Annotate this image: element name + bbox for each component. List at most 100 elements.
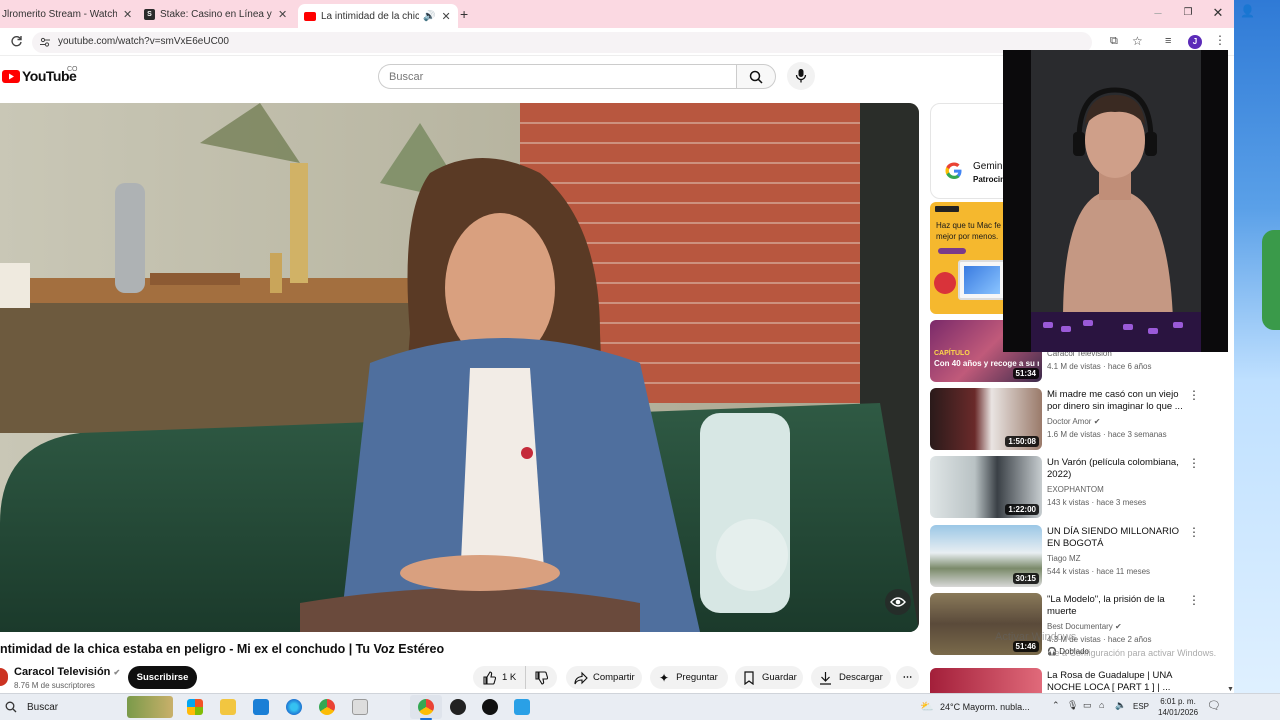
- profile-avatar[interactable]: J: [1188, 35, 1202, 49]
- file-explorer-icon[interactable]: [220, 699, 236, 715]
- video-thumbnail[interactable]: 30:15: [930, 525, 1042, 587]
- like-button[interactable]: 1 K: [473, 666, 525, 689]
- video-channel[interactable]: Best Documentary ✔: [1047, 622, 1122, 631]
- video-thumbnail[interactable]: 1:22:00: [930, 456, 1042, 518]
- browser-tab-bar: Jlromerito Stream - Watch Live ✕ S Stake…: [0, 0, 1234, 28]
- video-frame: [0, 103, 919, 632]
- video-thumbnail[interactable]: 51:46: [930, 593, 1042, 655]
- network-icon[interactable]: ⌂: [1099, 700, 1104, 710]
- ask-button[interactable]: ✦ Preguntar: [650, 666, 728, 689]
- close-icon[interactable]: ✕: [278, 8, 287, 21]
- tab-stream[interactable]: Jlromerito Stream - Watch Live ✕: [0, 3, 136, 25]
- battery-icon[interactable]: ▭: [1083, 700, 1092, 711]
- ask-label: Preguntar: [676, 672, 718, 683]
- video-thumbnail[interactable]: 1:50:08: [930, 388, 1042, 450]
- tab-youtube-active[interactable]: La intimidad de la chica estaba en pelig…: [298, 4, 458, 28]
- video-channel[interactable]: Tiago MZ: [1047, 554, 1081, 563]
- url-text: youtube.com/watch?v=smVxE6eUC00: [58, 36, 229, 47]
- bookmark-star-icon[interactable]: ☆: [1132, 34, 1143, 48]
- video-title-link[interactable]: "La Modelo", la prisión de la muerte: [1047, 594, 1187, 618]
- browser-menu-icon[interactable]: ⋮: [1214, 33, 1226, 47]
- more-actions-button[interactable]: ⋯: [896, 666, 919, 689]
- speaker-icon[interactable]: 🔊: [423, 11, 435, 22]
- site-info-icon[interactable]: [39, 36, 51, 48]
- reload-icon[interactable]: [10, 35, 23, 48]
- clock[interactable]: 6:01 p. m. 14/01/2026: [1158, 696, 1198, 718]
- notifications-icon[interactable]: 🗨: [1207, 699, 1221, 712]
- ad-advertiser: Gemin: [973, 161, 1003, 172]
- clock-time: 6:01 p. m.: [1160, 697, 1196, 706]
- search-input[interactable]: Buscar: [378, 64, 736, 89]
- minimize-icon[interactable]: –: [1151, 5, 1165, 20]
- language-indicator[interactable]: ESP: [1133, 702, 1149, 711]
- channel-name-text: Caracol Televisión: [14, 666, 111, 678]
- maximize-icon[interactable]: ❐: [1181, 7, 1195, 18]
- share-button[interactable]: Compartir: [566, 666, 642, 689]
- video-thumbnail[interactable]: [930, 668, 1042, 693]
- more-icon: ⋯: [902, 672, 913, 683]
- tab-stake[interactable]: S Stake: Casino en Línea y Apuestas ✕: [144, 3, 294, 25]
- download-button[interactable]: Descargar: [811, 666, 891, 689]
- promo-seal: [934, 272, 956, 294]
- more-icon[interactable]: ⋮: [1188, 525, 1200, 539]
- close-icon[interactable]: ✕: [123, 8, 132, 21]
- media-control-icon[interactable]: ≡: [1165, 35, 1171, 47]
- mail-icon[interactable]: [253, 699, 269, 715]
- new-tab-button[interactable]: +: [460, 6, 468, 22]
- recommended-video[interactable]: 30:15 UN DÍA SIENDO MILLONARIO EN BOGOTÁ…: [930, 525, 1210, 587]
- video-title-link[interactable]: La Rosa de Guadalupe | UNA NOCHE LOCA [ …: [1047, 670, 1187, 693]
- video-duration: 30:15: [1012, 573, 1039, 584]
- video-title-link[interactable]: UN DÍA SIENDO MILLONARIO EN BOGOTÁ: [1047, 526, 1187, 550]
- voice-search-button[interactable]: [787, 62, 815, 90]
- close-icon[interactable]: ✕: [441, 10, 450, 23]
- taskbar-search[interactable]: Buscar: [0, 696, 175, 718]
- search-placeholder: Buscar: [389, 71, 424, 83]
- recommended-video[interactable]: 1:50:08 Mi madre me casó con un viejo po…: [930, 388, 1210, 450]
- desktop-icon[interactable]: 👤: [1240, 4, 1255, 18]
- verified-icon: ✔: [1093, 417, 1101, 426]
- ambient-mode-button[interactable]: [885, 589, 911, 615]
- share-label: Compartir: [593, 672, 635, 683]
- video-player[interactable]: [0, 103, 919, 632]
- app-icon-blue[interactable]: [514, 699, 530, 715]
- subscribe-button[interactable]: Suscribirse: [128, 666, 197, 689]
- more-icon[interactable]: ⋮: [1188, 388, 1200, 402]
- windows-activation-watermark: Activar Windows: [995, 631, 1077, 643]
- video-title-link[interactable]: Un Varón (película colombiana, 2022): [1047, 457, 1187, 481]
- more-icon[interactable]: ⋮: [1188, 456, 1200, 470]
- volume-icon[interactable]: 🔈: [1115, 700, 1126, 711]
- tray-chevron-icon[interactable]: ⌃: [1052, 700, 1060, 711]
- google-logo-icon: [945, 162, 962, 179]
- video-channel[interactable]: Doctor Amor ✔: [1047, 417, 1100, 426]
- video-meta: 143 k vistas · hace 3 meses: [1047, 498, 1147, 507]
- weather-text[interactable]: 24°C Mayorm. nubla...: [940, 702, 1030, 712]
- channel-name[interactable]: Caracol Televisión ✔: [14, 666, 120, 678]
- cast-icon[interactable]: ⧉: [1110, 35, 1118, 48]
- copilot-icon[interactable]: [187, 699, 203, 715]
- thumbnail-caption: Con 40 años y recoge a su novia en el co…: [934, 359, 1039, 368]
- dislike-button[interactable]: [525, 666, 557, 689]
- calculator-icon[interactable]: [352, 699, 368, 715]
- scroll-down-icon[interactable]: ▼: [1227, 686, 1234, 693]
- search-highlight-image: [127, 696, 173, 718]
- close-window-icon[interactable]: ✕: [1211, 5, 1225, 21]
- app-icon[interactable]: [482, 699, 498, 715]
- chrome-icon[interactable]: [319, 699, 335, 715]
- recommended-video[interactable]: La Rosa de Guadalupe | UNA NOCHE LOCA [ …: [930, 668, 1210, 693]
- video-channel[interactable]: EXOPHANTOM: [1047, 485, 1104, 494]
- recommended-video[interactable]: 51:46 "La Modelo", la prisión de la muer…: [930, 593, 1210, 656]
- edge-icon[interactable]: [286, 699, 302, 715]
- obs-icon[interactable]: [450, 699, 466, 715]
- tab-title: La intimidad de la chica estaba en pelig…: [321, 10, 419, 22]
- promo-banner[interactable]: Haz que tu Mac fe mejor por menos.: [930, 202, 1010, 314]
- youtube-logo-icon[interactable]: [2, 70, 20, 83]
- video-title-link[interactable]: Mi madre me casó con un viejo por dinero…: [1047, 389, 1187, 413]
- mic-tray-icon[interactable]: 🎙: [1067, 700, 1078, 711]
- more-icon[interactable]: ⋮: [1188, 593, 1200, 607]
- recommended-video[interactable]: 1:22:00 Un Varón (película colombiana, 2…: [930, 456, 1210, 518]
- video-duration: 51:34: [1012, 368, 1039, 379]
- save-button[interactable]: Guardar: [735, 666, 803, 689]
- channel-avatar[interactable]: [0, 668, 8, 686]
- chrome-active-icon[interactable]: [418, 699, 434, 715]
- search-button[interactable]: [736, 64, 776, 89]
